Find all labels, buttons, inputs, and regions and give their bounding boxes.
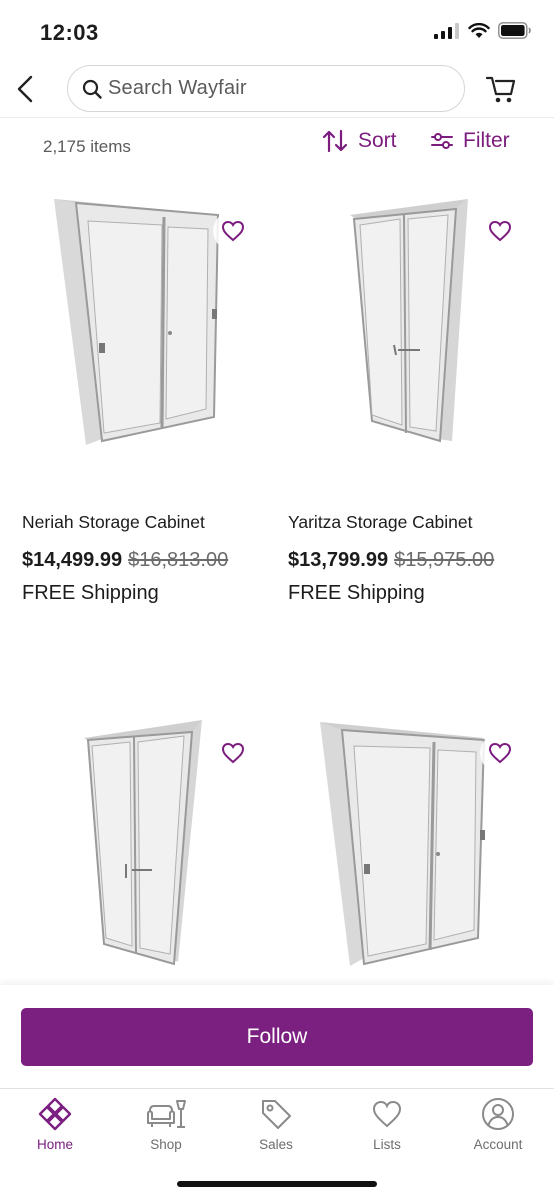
chevron-left-icon — [17, 75, 33, 103]
favorite-button[interactable] — [480, 733, 520, 773]
back-button[interactable] — [10, 72, 40, 106]
status-bar: 12:03 — [0, 0, 554, 60]
sort-icon — [322, 129, 348, 153]
nav-item-home[interactable]: Home — [0, 1097, 110, 1161]
heart-icon — [221, 220, 245, 242]
wifi-icon — [468, 22, 490, 38]
battery-icon — [498, 22, 531, 39]
nav-label: Sales — [259, 1137, 293, 1152]
product-name[interactable]: Neriah Storage Cabinet — [22, 512, 205, 533]
product-name[interactable]: Yaritza Storage Cabinet — [288, 512, 473, 533]
item-count: 2,175 items — [43, 137, 131, 156]
search-icon — [82, 79, 102, 99]
nav-label: Account — [473, 1137, 523, 1152]
original-price: $15,975.00 — [394, 549, 495, 571]
follow-button[interactable]: Follow — [21, 1008, 533, 1066]
product-image[interactable] — [288, 195, 544, 485]
shipping-label: FREE Shipping — [22, 582, 159, 604]
favorite-button[interactable] — [213, 211, 253, 251]
nav-item-sales[interactable]: Sales — [221, 1097, 331, 1161]
nav-label: Lists — [373, 1137, 401, 1152]
nav-label: Shop — [150, 1137, 182, 1152]
home-icon — [38, 1097, 72, 1131]
product-price: $13,799.99 $15,975.00 — [288, 549, 494, 572]
nav-item-lists[interactable]: Lists — [332, 1097, 442, 1161]
tag-icon — [262, 1100, 291, 1129]
account-icon — [482, 1098, 514, 1130]
cart-icon — [485, 76, 516, 103]
nav-item-account[interactable]: Account — [443, 1097, 553, 1161]
filter-label: Filter — [463, 129, 510, 152]
product-card[interactable]: Neriah Storage Cabinet $14,499.99 $16,813… — [22, 195, 278, 615]
status-time: 12:03 — [40, 20, 99, 45]
nav-item-shop[interactable]: Shop — [111, 1097, 221, 1161]
product-card[interactable]: Yaritza Storage Cabinet $13,799.99 $15,97… — [288, 195, 544, 615]
search-input[interactable]: Search Wayfair — [67, 65, 465, 112]
heart-icon — [488, 742, 512, 764]
header: Search Wayfair — [0, 60, 554, 118]
favorite-button[interactable] — [213, 733, 253, 773]
product-card[interactable] — [22, 718, 278, 988]
cart-button[interactable] — [483, 72, 519, 106]
sort-label: Sort — [358, 129, 397, 152]
nav-label: Home — [36, 1137, 73, 1152]
sale-price: $14,499.99 — [22, 549, 123, 571]
heart-icon — [221, 742, 245, 764]
filter-button[interactable]: Filter — [431, 129, 510, 153]
signal-icon — [434, 22, 459, 39]
heart-icon — [372, 1100, 402, 1128]
follow-bar: Follow — [0, 985, 554, 1089]
original-price: $16,813.00 — [128, 549, 229, 571]
favorite-button[interactable] — [480, 211, 520, 251]
shipping-label: FREE Shipping — [288, 582, 425, 604]
product-image[interactable] — [288, 718, 544, 988]
product-card[interactable] — [288, 718, 544, 988]
product-price: $14,499.99 $16,813.00 — [22, 549, 228, 572]
filter-icon — [431, 133, 453, 149]
home-indicator — [177, 1181, 377, 1187]
results-toolbar: 2,175 items Sort Filter — [0, 125, 554, 165]
product-image[interactable] — [22, 195, 278, 485]
sort-button[interactable]: Sort — [322, 129, 397, 153]
header-divider — [0, 117, 554, 118]
status-icons — [434, 22, 532, 39]
shop-icon — [147, 1100, 186, 1128]
heart-icon — [488, 220, 512, 242]
sale-price: $13,799.99 — [288, 549, 389, 571]
product-image[interactable] — [22, 718, 278, 988]
search-placeholder: Search Wayfair — [108, 77, 247, 99]
